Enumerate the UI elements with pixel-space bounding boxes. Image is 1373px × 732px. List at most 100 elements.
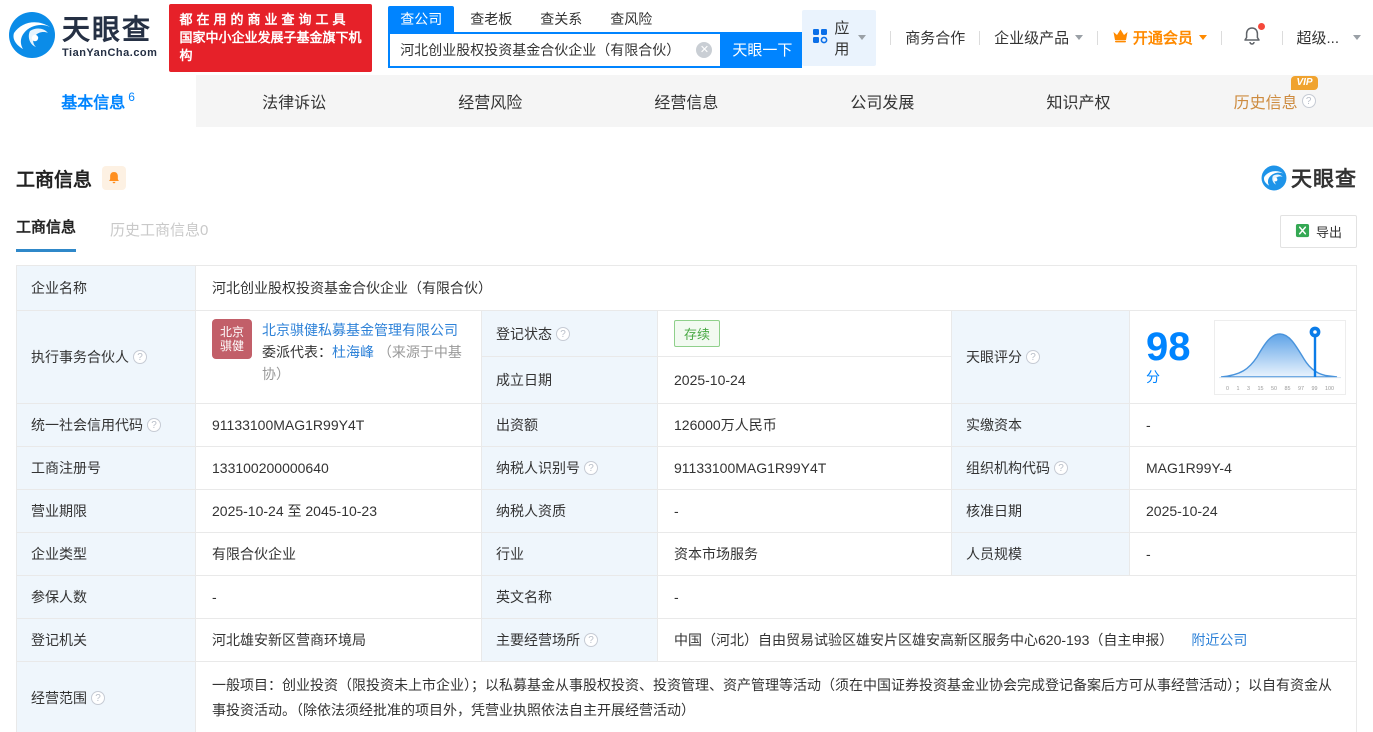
notifications-button[interactable] <box>1242 22 1265 50</box>
apps-menu[interactable]: 应用 <box>802 9 877 66</box>
english-name-label: 英文名称 <box>481 576 657 618</box>
subscribe-bell-icon[interactable] <box>102 166 127 190</box>
score-number: 98 <box>1146 325 1191 369</box>
search-input[interactable] <box>400 41 697 58</box>
table-row: 营业期限 2025-10-24 至 2045-10-23 纳税人资质 - 核准日… <box>17 489 1356 532</box>
table-row: 统一社会信用代码? 91133100MAG1R99Y4T 出资额 126000万… <box>17 403 1356 446</box>
business-term-value: 2025-10-24 至 2045-10-23 <box>195 490 481 532</box>
subtab-business-info[interactable]: 工商信息 <box>16 216 77 252</box>
score-distribution-chart: 0 1 3 15 50 85 97 99 100 <box>1214 319 1346 395</box>
tab-operation-risk[interactable]: 经营风险 <box>392 75 588 127</box>
approval-date-label: 核准日期 <box>951 490 1129 532</box>
company-nav-tabs: 基本信息 6 法律诉讼 经营风险 经营信息 公司发展 知识产权 历史信息 VIP… <box>0 75 1373 127</box>
watermark-logo: 天眼查 <box>1261 163 1357 193</box>
brand-slogan: 都在用的商业查询工具 国家中小企业发展子基金旗下机构 <box>169 3 373 72</box>
export-button[interactable]: 导出 <box>1279 215 1357 248</box>
partner-label: 执行事务合伙人 ? <box>17 311 195 403</box>
score-label: 天眼评分 ? <box>951 311 1129 403</box>
help-icon[interactable]: ? <box>133 350 147 364</box>
help-icon[interactable]: ? <box>1301 94 1316 108</box>
help-icon[interactable]: ? <box>1026 350 1040 364</box>
clear-search-icon[interactable]: ✕ <box>696 41 713 58</box>
chevron-down-icon <box>1075 35 1084 40</box>
account-menu[interactable]: 超级... <box>1297 27 1340 48</box>
apps-grid-icon <box>812 28 828 48</box>
main-content: 工商信息 天眼查 工商信息 历史工商信息0 导出 企业名称 河北创业股权投资基金… <box>0 163 1373 732</box>
paidin-capital-label: 实缴资本 <box>951 404 1129 446</box>
help-icon[interactable]: ? <box>556 326 570 341</box>
taxpayer-id-label: 纳税人识别号? <box>481 447 657 489</box>
tab-legal[interactable]: 法律诉讼 <box>196 75 392 127</box>
credit-code-label: 统一社会信用代码? <box>17 404 195 446</box>
score-axis-ticks: 0 1 3 15 50 85 97 99 100 <box>1226 385 1334 392</box>
capital-value: 126000万人民币 <box>657 404 951 446</box>
enterprise-products-menu[interactable]: 企业级产品 <box>994 27 1084 48</box>
header: 天眼查 TianYanCha.com 都在用的商业查询工具 国家中小企业发展子基… <box>0 0 1373 75</box>
tab-history-info[interactable]: 历史信息 VIP ? <box>1177 75 1373 127</box>
partner-company-link[interactable]: 北京骐健私募基金管理有限公司 <box>262 322 458 338</box>
search-tab-company[interactable]: 查公司 <box>388 5 455 32</box>
search-button[interactable]: 天眼一下 <box>722 31 803 68</box>
company-name-label: 企业名称 <box>17 266 195 310</box>
search-area: 查公司 查老板 查关系 查风险 ✕ 天眼一下 <box>388 5 803 68</box>
brand-name: 天眼查 <box>62 14 153 45</box>
insured-count-value: - <box>195 576 481 618</box>
taxpayer-quality-value: - <box>657 490 951 532</box>
search-tab-boss[interactable]: 查老板 <box>458 6 524 32</box>
header-right-nav: 应用 商务合作 企业级产品 开通会员 超级... <box>802 9 1362 66</box>
search-tab-risk[interactable]: 查风险 <box>598 6 664 32</box>
business-info-table: 企业名称 河北创业股权投资基金合伙企业（有限合伙） 执行事务合伙人 ? 北京 骐… <box>16 265 1357 732</box>
tianyancha-swirl-icon <box>1261 165 1287 191</box>
english-name-value: - <box>657 576 1356 618</box>
table-row: 工商注册号 133100200000640 纳税人识别号? 91133100MA… <box>17 446 1356 489</box>
help-icon[interactable]: ? <box>584 461 598 475</box>
section-title: 工商信息 <box>16 169 93 191</box>
tianyancha-logo[interactable]: 天眼查 TianYanCha.com <box>8 11 157 64</box>
tab-business-info[interactable]: 经营信息 <box>588 75 784 127</box>
status-badge: 存续 <box>674 320 721 347</box>
business-address-label: 主要经营场所? <box>481 619 657 661</box>
search-tabs: 查公司 查老板 查关系 查风险 <box>388 5 802 32</box>
chevron-down-icon <box>1198 35 1207 40</box>
search-tab-relation[interactable]: 查关系 <box>528 6 594 32</box>
table-row: 登记机关 河北雄安新区营商环境局 主要经营场所? 中国（河北）自由贸易试验区雄安… <box>17 618 1356 661</box>
business-scope-value: 一般项目：创业投资（限投资未上市企业）；以私募基金从事股权投资、投资管理、资产管… <box>195 662 1356 732</box>
registry-authority-label: 登记机关 <box>17 619 195 661</box>
rep-name-link[interactable]: 杜海峰 <box>332 344 374 360</box>
slogan-line1: 都在用的商业查询工具 <box>179 11 350 27</box>
business-scope-label: 经营范围? <box>17 662 195 732</box>
crown-icon <box>1112 28 1129 47</box>
reg-number-label: 工商注册号 <box>17 447 195 489</box>
industry-label: 行业 <box>481 533 657 575</box>
approval-date-value: 2025-10-24 <box>1129 490 1356 532</box>
insured-count-label: 参保人数 <box>17 576 195 618</box>
org-code-label: 组织机构代码? <box>951 447 1129 489</box>
help-icon[interactable]: ? <box>91 691 105 705</box>
notification-dot <box>1257 22 1265 30</box>
nearby-companies-link[interactable]: 附近公司 <box>1191 630 1247 650</box>
business-cooperation-link[interactable]: 商务合作 <box>905 27 965 48</box>
tab-basic-info[interactable]: 基本信息 6 <box>0 75 197 127</box>
company-type-value: 有限合伙企业 <box>195 533 481 575</box>
est-date-value: 2025-10-24 <box>657 357 951 403</box>
business-term-label: 营业期限 <box>17 490 195 532</box>
paidin-capital-value: - <box>1129 404 1356 446</box>
help-icon[interactable]: ? <box>584 633 598 647</box>
help-icon[interactable]: ? <box>1054 461 1068 475</box>
table-row: 参保人数 - 英文名称 - <box>17 575 1356 618</box>
chevron-down-icon[interactable] <box>1353 35 1362 40</box>
tab-intellectual-property[interactable]: 知识产权 <box>980 75 1176 127</box>
table-row: 经营范围? 一般项目：创业投资（限投资未上市企业）；以私募基金从事股权投资、投资… <box>17 661 1356 732</box>
open-vip-menu[interactable]: 开通会员 <box>1112 27 1207 48</box>
score-value: 98分 0 1 3 15 50 85 97 99 100 <box>1129 311 1356 403</box>
reg-status-value: 存续 <box>657 311 951 357</box>
partner-avatar[interactable]: 北京 骐健 <box>212 319 252 359</box>
subtab-history-business-info[interactable]: 历史工商信息0 <box>110 219 208 252</box>
vip-badge: VIP <box>1291 76 1318 90</box>
industry-value: 资本市场服务 <box>657 533 951 575</box>
table-row: 执行事务合伙人 ? 北京 骐健 北京骐健私募基金管理有限公司 委派代表：杜海峰 … <box>17 310 1356 403</box>
help-icon[interactable]: ? <box>147 418 161 432</box>
tab-company-development[interactable]: 公司发展 <box>784 75 980 127</box>
chevron-down-icon <box>858 35 867 40</box>
tianyancha-swirl-icon <box>8 11 56 64</box>
